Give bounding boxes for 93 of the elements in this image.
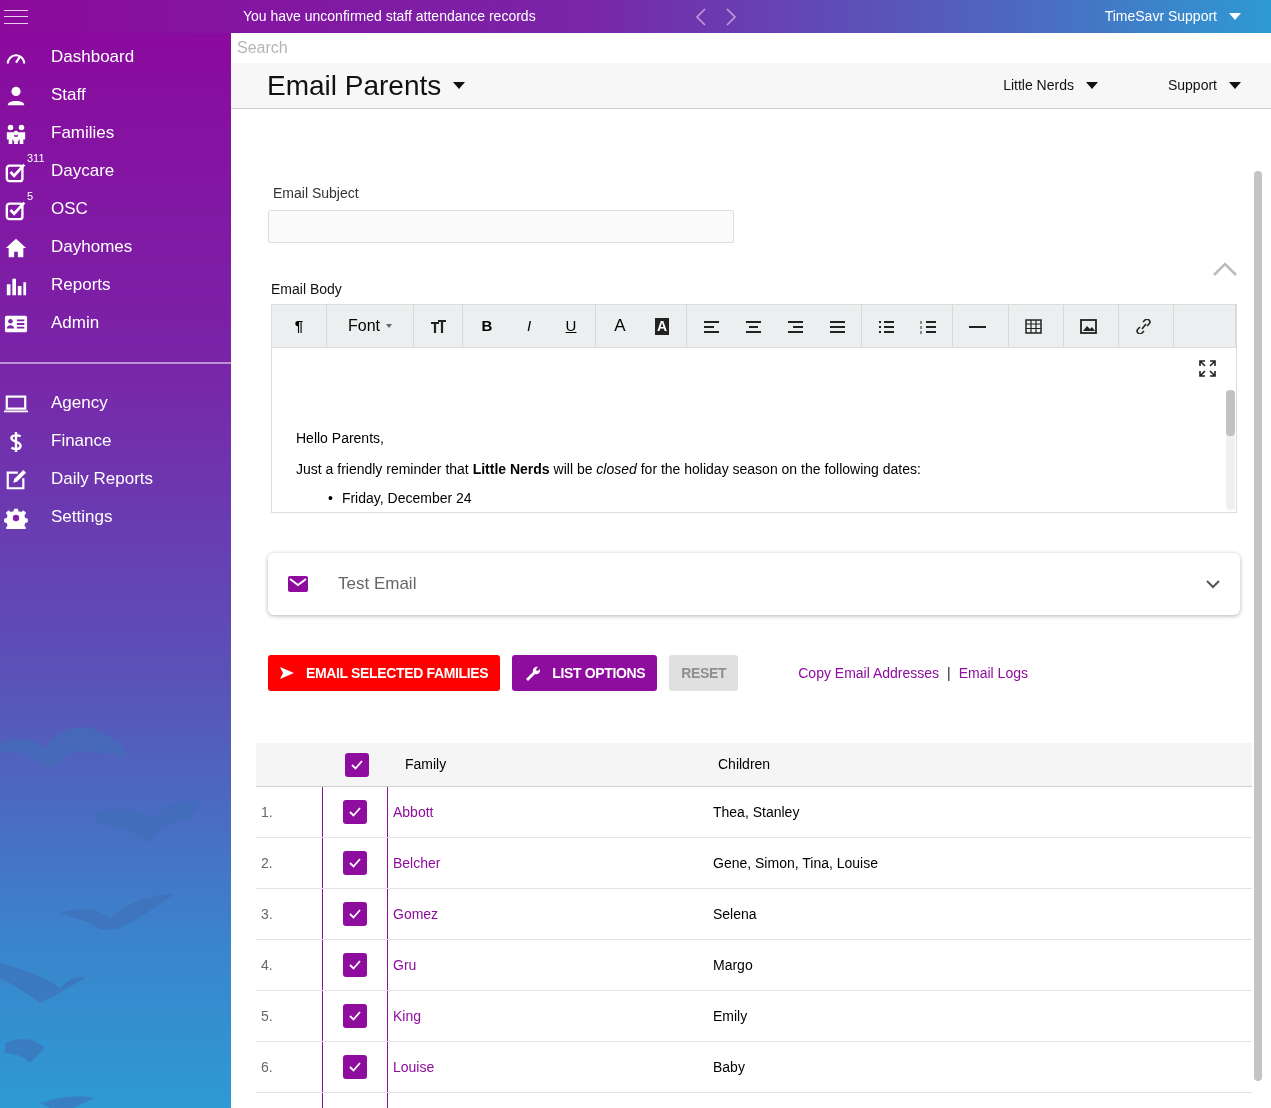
caret-icon xyxy=(1085,82,1098,89)
house-icon xyxy=(4,237,28,259)
checkbox[interactable] xyxy=(343,851,367,875)
notice-text[interactable]: You have unconfirmed staff attendance records xyxy=(243,6,663,27)
sidebar-item[interactable]: Finance xyxy=(51,428,112,454)
list-options-button[interactable]: LIST OPTIONS xyxy=(512,655,658,691)
settings-icon xyxy=(4,507,28,529)
test-email-panel[interactable]: Test Email xyxy=(268,553,1240,615)
date-item: Friday, December 24 xyxy=(341,489,472,507)
link[interactable]: Copy Email Addresses xyxy=(798,662,940,684)
check-icon xyxy=(349,1011,361,1021)
sidebar-item[interactable]: Admin xyxy=(51,310,100,336)
table-cell-text: Baby xyxy=(713,1057,745,1077)
check-icon xyxy=(349,909,361,919)
italic-button[interactable]: I xyxy=(508,305,550,347)
checkbox[interactable] xyxy=(345,752,369,777)
sidebar-item[interactable]: Daily Reports xyxy=(51,466,154,492)
caret-icon xyxy=(1229,82,1241,89)
checkbox-icon xyxy=(4,161,28,183)
checkbox[interactable] xyxy=(343,1055,367,1079)
check-icon xyxy=(349,960,361,970)
check-icon xyxy=(349,1062,361,1072)
header-menu[interactable]: Little Nerds xyxy=(1003,75,1098,96)
email-paragraph: Just a friendly reminder that Little Nerds will be closed for the holiday season on the following dates: xyxy=(296,460,921,479)
page-title-menu[interactable]: Email Parents xyxy=(267,64,466,107)
count-label: 311 xyxy=(27,151,45,166)
subject-field[interactable] xyxy=(268,210,734,243)
row-number: 4. xyxy=(260,955,274,975)
highlight-button[interactable]: A xyxy=(641,305,683,347)
table-cell-text: Selena xyxy=(713,904,757,924)
row-number: 6. xyxy=(260,1057,274,1077)
caret-icon xyxy=(386,324,392,328)
family-link[interactable]: Gomez xyxy=(388,889,713,939)
checkbox[interactable] xyxy=(343,1004,367,1028)
account-menu[interactable]: TimeSavr Support xyxy=(1104,6,1241,27)
caret-icon xyxy=(453,82,466,89)
wrench-icon xyxy=(524,665,541,681)
edit-icon xyxy=(4,469,28,491)
font-menu[interactable]: Font xyxy=(330,314,410,338)
link[interactable]: Email Logs xyxy=(958,662,1028,684)
family-icon xyxy=(4,123,28,145)
header-menu[interactable]: Support xyxy=(1167,75,1241,96)
family-link[interactable]: Abbott xyxy=(388,787,713,837)
table-cell-text: Gene, Simon, Tina, Louise xyxy=(713,853,878,873)
check-icon xyxy=(349,858,361,868)
bullet: • xyxy=(328,489,333,507)
row-number: 2. xyxy=(260,853,274,873)
sidebar-item[interactable]: Staff xyxy=(51,82,86,108)
sidebar-item[interactable]: Families xyxy=(51,120,115,146)
family-link[interactable]: Louise xyxy=(388,1042,713,1092)
laptop-icon xyxy=(4,393,28,415)
family-link[interactable]: Gru xyxy=(388,940,713,990)
forward-icon[interactable] xyxy=(725,7,737,26)
sidebar-item[interactable]: OSC xyxy=(51,196,88,222)
checkbox[interactable] xyxy=(343,953,367,977)
field-label: Email Subject xyxy=(273,184,360,203)
table-cell-text: Margo xyxy=(713,955,753,975)
sidebar-item[interactable]: Daycare xyxy=(51,158,115,184)
fullscreen-icon[interactable] xyxy=(1199,360,1216,377)
font-color-button[interactable]: A xyxy=(599,305,641,347)
row-number: 5. xyxy=(260,1006,274,1026)
count-label: 5 xyxy=(27,189,34,204)
send-button[interactable]: EMAIL SELECTED FAMILIES xyxy=(268,655,501,691)
sidebar-item[interactable]: Reports xyxy=(51,272,111,298)
field-label: Email Body xyxy=(271,280,343,299)
back-icon[interactable] xyxy=(695,7,707,26)
table-cell-text: Emily xyxy=(713,1006,748,1026)
sidebar-item[interactable]: Dayhomes xyxy=(51,234,133,260)
envelope-icon xyxy=(288,576,308,592)
column-header: Family xyxy=(405,755,448,774)
sidebar-item[interactable]: Dashboard xyxy=(51,44,135,70)
sidebar-item[interactable]: Settings xyxy=(51,504,113,530)
underline-button[interactable]: U xyxy=(550,305,592,347)
separator-text: | xyxy=(947,663,951,683)
check-icon xyxy=(349,807,361,817)
column-header: Children xyxy=(718,755,771,774)
row-number: 1. xyxy=(260,802,274,822)
check-icon xyxy=(351,759,363,770)
checkbox-icon xyxy=(4,199,28,221)
id-card-icon xyxy=(4,313,28,335)
send-icon xyxy=(280,667,294,679)
table-cell-text: Thea, Stanley xyxy=(713,802,800,822)
email-greeting: Hello Parents, xyxy=(296,429,384,448)
bold-button[interactable]: B xyxy=(466,305,508,347)
row-number: 3. xyxy=(260,904,274,924)
caret-icon xyxy=(1229,13,1241,20)
search-field[interactable]: Search xyxy=(231,33,1271,63)
family-link[interactable]: King xyxy=(388,991,713,1041)
family-link[interactable]: Belcher xyxy=(388,838,713,888)
checkbox[interactable] xyxy=(343,800,367,824)
paragraph-button[interactable]: ¶ xyxy=(275,305,323,347)
sidebar-item[interactable]: Agency xyxy=(51,390,108,416)
checkbox[interactable] xyxy=(343,902,367,926)
